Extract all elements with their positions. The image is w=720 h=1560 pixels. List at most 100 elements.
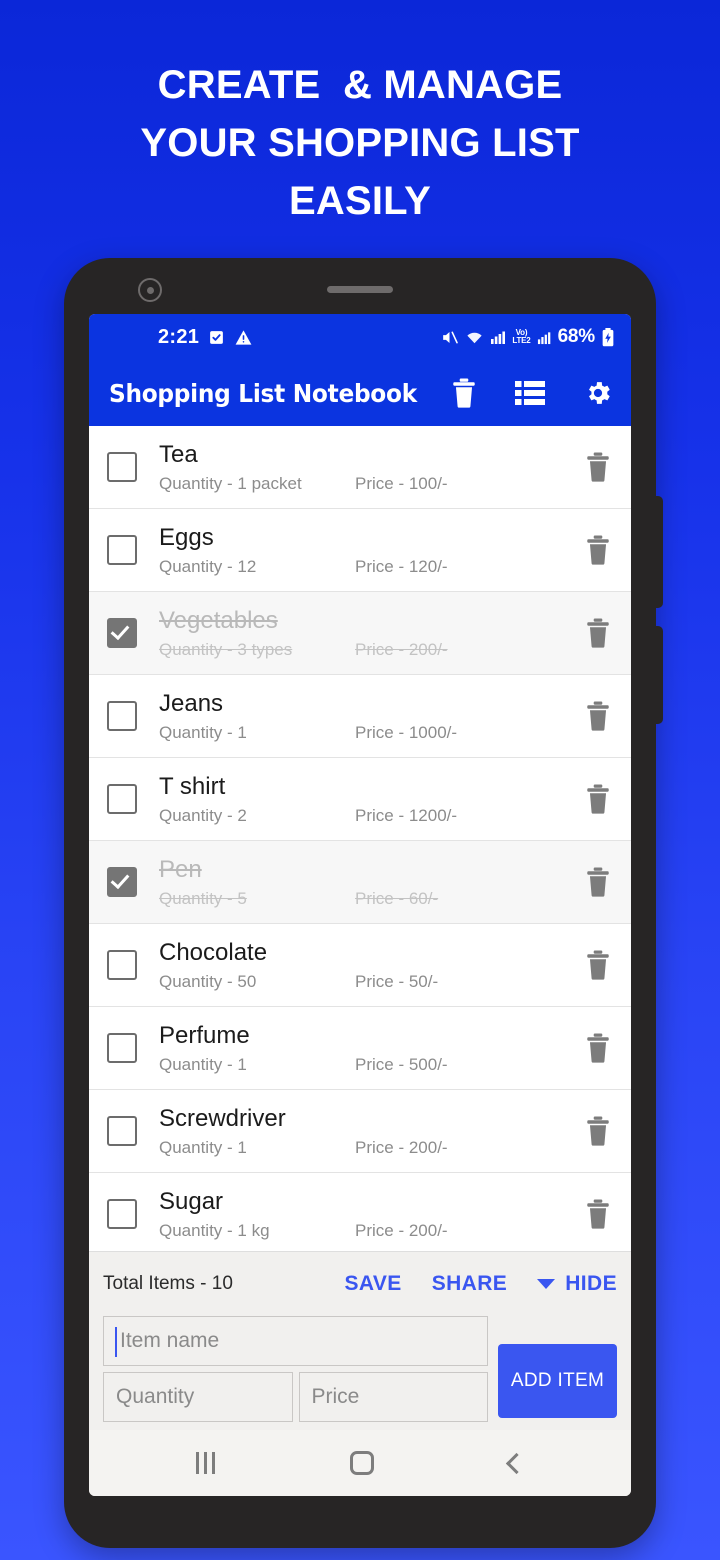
table-row[interactable]: Vegetables Quantity - 3 types Price - 200/… — [89, 592, 631, 675]
table-row[interactable]: Chocolate Quantity - 50 Price - 50/- — [89, 924, 631, 1007]
delete-item-icon[interactable] — [585, 1199, 615, 1229]
item-details: T shirt Quantity - 2 Price - 1200/- — [137, 772, 585, 826]
item-price: Price - 60/- — [355, 889, 439, 908]
power-button[interactable] — [654, 496, 663, 608]
delete-item-icon[interactable] — [585, 950, 615, 980]
price-input[interactable]: Price — [298, 1372, 488, 1422]
item-details: Tea Quantity - 1 packet Price - 100/- — [137, 440, 585, 494]
item-name: Screwdriver — [159, 1105, 286, 1132]
total-items-label: Total Items - 10 — [103, 1273, 233, 1294]
item-price: Price - 200/- — [355, 1138, 448, 1157]
item-quantity: Quantity - 50 — [159, 972, 257, 991]
item-name: Pen — [159, 856, 202, 883]
item-details: Pen Quantity - 5 Price - 60/- — [137, 855, 585, 909]
check-icon — [110, 869, 130, 890]
earpiece-speaker — [327, 286, 393, 293]
quantity-placeholder: Quantity — [116, 1385, 195, 1408]
item-price: Price - 100/- — [355, 474, 448, 493]
status-bar-left: 2:21 — [105, 326, 253, 349]
status-bar-right: Vo) LTE2 68% — [440, 326, 615, 348]
home-icon[interactable] — [349, 1451, 374, 1475]
item-name-input[interactable]: Item name — [103, 1316, 488, 1366]
delete-item-icon[interactable] — [585, 618, 615, 648]
table-row[interactable]: T shirt Quantity - 2 Price - 1200/- — [89, 758, 631, 841]
item-checkbox[interactable] — [107, 701, 137, 731]
item-price: Price - 1200/- — [355, 806, 458, 825]
item-meta: Quantity - 1 Price - 200/- — [159, 1138, 585, 1158]
headline-line-2: YOUR SHOPPING LIST — [140, 121, 580, 165]
text-cursor — [115, 1327, 117, 1357]
volte-icon: Vo) LTE2 — [512, 329, 530, 345]
table-row[interactable]: Sugar Quantity - 1 kg Price - 200/- — [89, 1173, 631, 1251]
delete-item-icon[interactable] — [585, 1116, 615, 1146]
item-name: T shirt — [159, 773, 226, 800]
table-row[interactable]: Pen Quantity - 5 Price - 60/- — [89, 841, 631, 924]
item-checkbox[interactable] — [107, 950, 137, 980]
item-checkbox[interactable] — [107, 1116, 137, 1146]
entry-fields: Item name Quantity Price — [103, 1316, 488, 1422]
status-bar: 2:21 Vo) LTE2 68% — [89, 314, 631, 360]
item-price: Price - 200/- — [355, 640, 448, 659]
item-checkbox[interactable] — [107, 535, 137, 565]
table-row[interactable]: Screwdriver Quantity - 1 Price - 200/- — [89, 1090, 631, 1173]
item-quantity: Quantity - 1 — [159, 1055, 247, 1074]
item-price: Price - 500/- — [355, 1055, 448, 1074]
trash-icon[interactable] — [451, 378, 477, 408]
quantity-input[interactable]: Quantity — [103, 1372, 293, 1422]
item-quantity: Quantity - 1 packet — [159, 474, 302, 493]
headline-line-3: EASILY — [288, 179, 431, 223]
table-row[interactable]: Perfume Quantity - 1 Price - 500/- — [89, 1007, 631, 1090]
add-item-button[interactable]: ADD ITEM — [498, 1344, 617, 1418]
hide-button-label: HIDE — [565, 1272, 617, 1295]
signal-icon — [490, 329, 506, 345]
delete-item-icon[interactable] — [585, 452, 615, 482]
delete-item-icon[interactable] — [585, 701, 615, 731]
item-meta: Quantity - 12 Price - 120/- — [159, 557, 585, 577]
item-checkbox[interactable] — [107, 618, 137, 648]
recents-icon[interactable] — [196, 1452, 216, 1474]
hide-button[interactable]: HIDE — [537, 1272, 617, 1296]
shopping-list[interactable]: Tea Quantity - 1 packet Price - 100/- Eggs Q… — [89, 426, 631, 1251]
android-nav-bar — [89, 1430, 631, 1496]
check-icon — [110, 620, 130, 641]
mute-icon — [440, 328, 459, 347]
item-checkbox[interactable] — [107, 1199, 137, 1229]
item-price: Price - 50/- — [355, 972, 439, 991]
item-checkbox[interactable] — [107, 867, 137, 897]
item-checkbox[interactable] — [107, 452, 137, 482]
delete-item-icon[interactable] — [585, 1033, 615, 1063]
share-button[interactable]: SHARE — [432, 1272, 508, 1296]
table-row[interactable]: Eggs Quantity - 12 Price - 120/- — [89, 509, 631, 592]
delete-item-icon[interactable] — [585, 535, 615, 565]
item-price: Price - 200/- — [355, 1221, 448, 1240]
item-checkbox[interactable] — [107, 784, 137, 814]
delete-item-icon[interactable] — [585, 784, 615, 814]
item-name: Perfume — [159, 1022, 250, 1049]
item-meta: Quantity - 50 Price - 50/- — [159, 972, 585, 992]
app-bar: Shopping List Notebook — [89, 360, 631, 426]
gear-icon[interactable] — [583, 378, 613, 408]
item-name: Eggs — [159, 524, 214, 551]
battery-percent-label: 68% — [557, 326, 596, 347]
back-icon[interactable] — [505, 1452, 527, 1474]
item-meta: Quantity - 1 kg Price - 200/- — [159, 1221, 585, 1241]
list-icon[interactable] — [515, 380, 545, 406]
table-row[interactable]: Jeans Quantity - 1 Price - 1000/- — [89, 675, 631, 758]
phone-frame: 2:21 Vo) LTE2 68% Shopping List Notebook… — [64, 258, 663, 1548]
item-meta: Quantity - 1 Price - 1000/- — [159, 723, 585, 743]
volume-button[interactable] — [654, 626, 663, 724]
item-details: Screwdriver Quantity - 1 Price - 200/- — [137, 1104, 585, 1158]
signal-icon-2 — [537, 330, 552, 345]
item-price: Price - 120/- — [355, 557, 448, 576]
totals-actions: SAVE SHARE HIDE — [344, 1272, 617, 1296]
item-details: Jeans Quantity - 1 Price - 1000/- — [137, 689, 585, 743]
app-bar-actions — [451, 378, 613, 408]
item-checkbox[interactable] — [107, 1033, 137, 1063]
table-row[interactable]: Tea Quantity - 1 packet Price - 100/- — [89, 426, 631, 509]
item-meta: Quantity - 5 Price - 60/- — [159, 889, 585, 909]
delete-item-icon[interactable] — [585, 867, 615, 897]
save-button[interactable]: SAVE — [344, 1272, 401, 1296]
app-title: Shopping List Notebook — [109, 378, 417, 408]
item-name: Tea — [159, 441, 198, 468]
item-details: Eggs Quantity - 12 Price - 120/- — [137, 523, 585, 577]
